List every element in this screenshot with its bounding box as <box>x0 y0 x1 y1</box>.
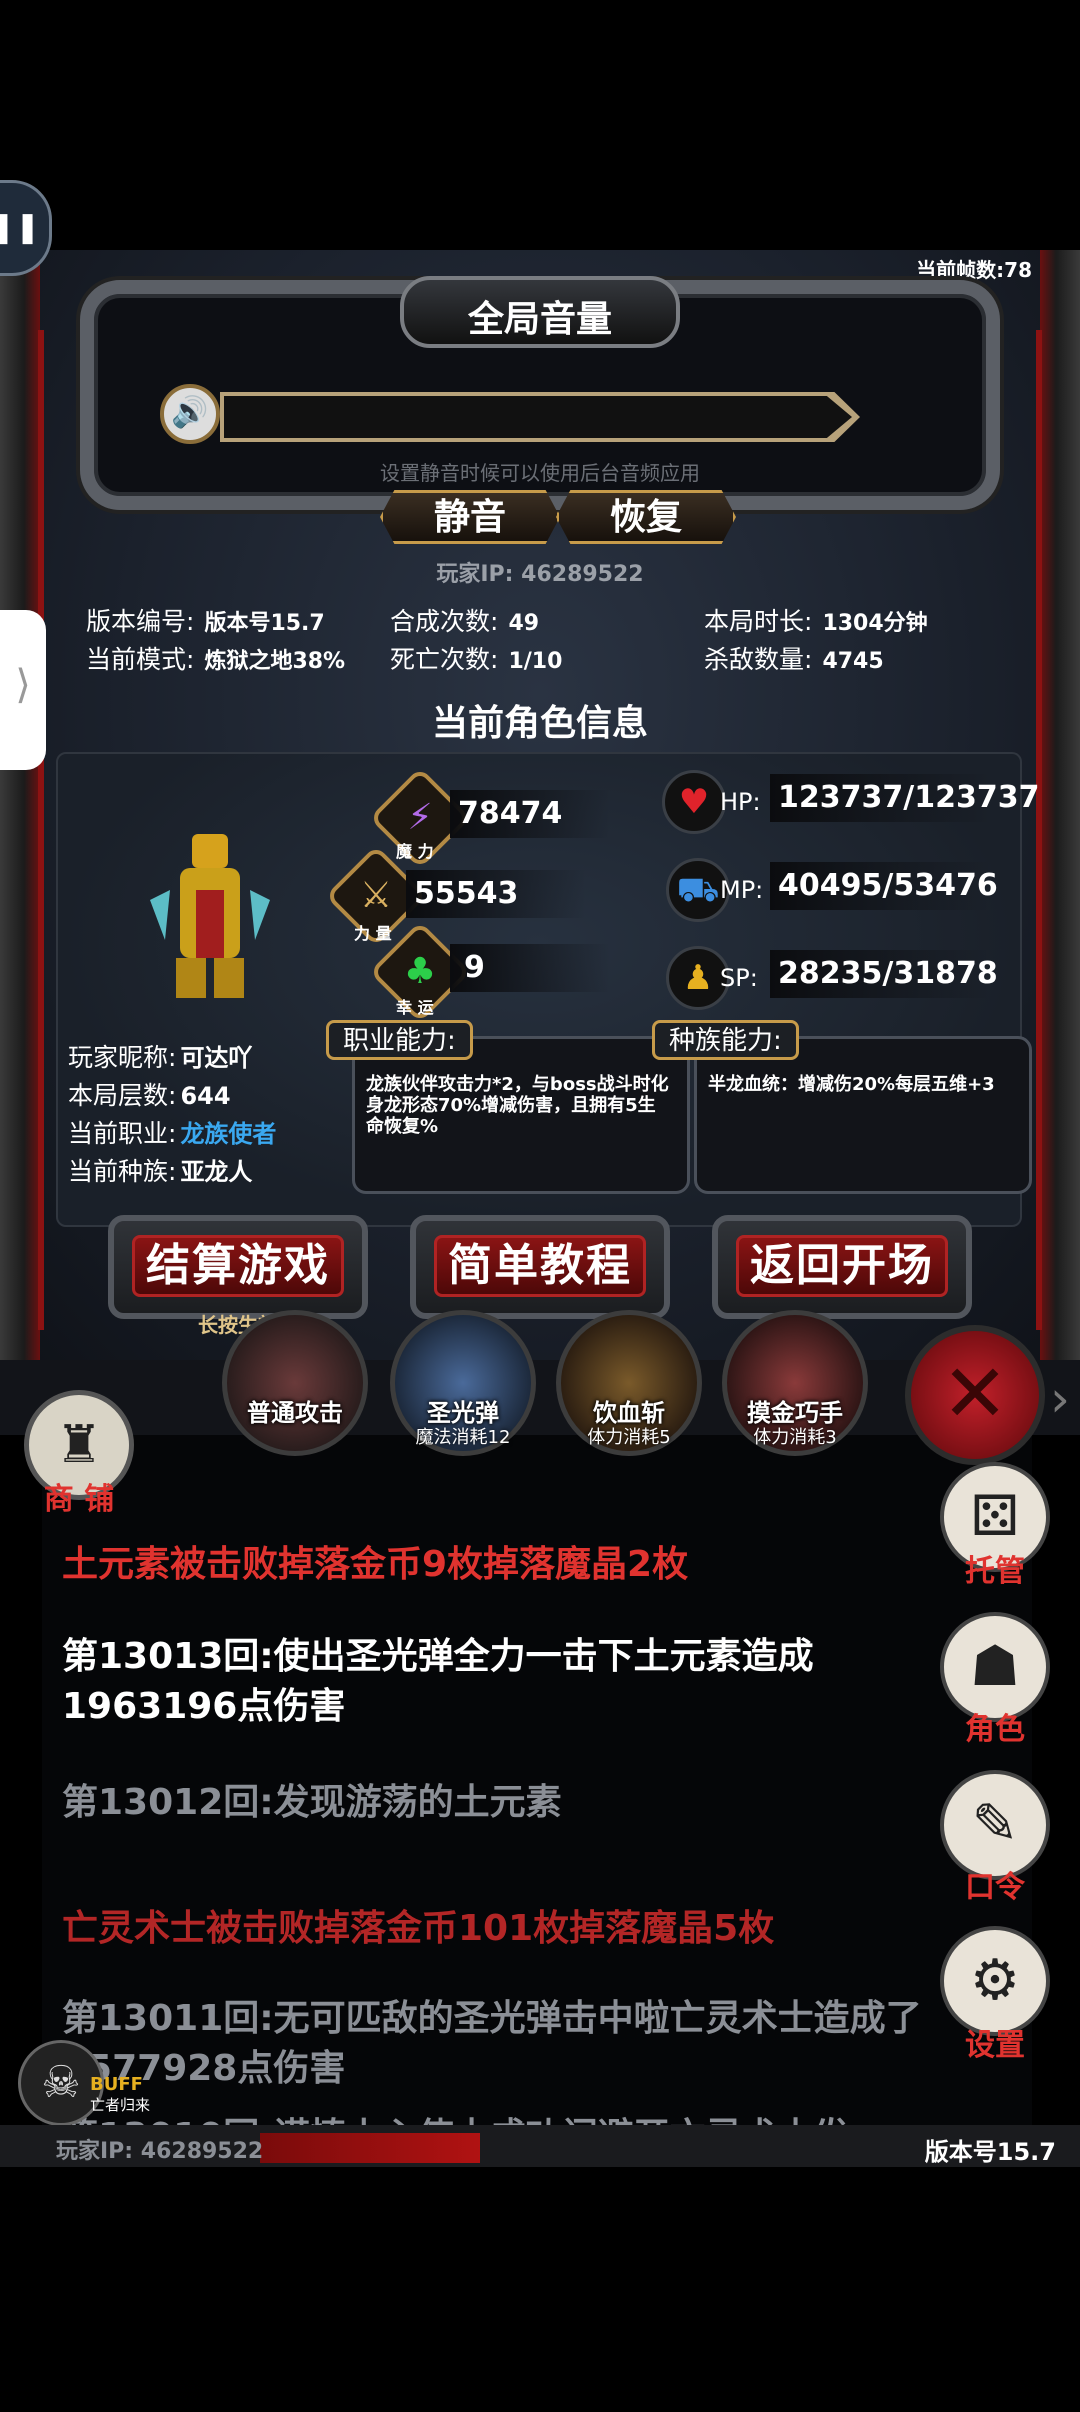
tutorial-button[interactable]: 简单教程 <box>410 1215 670 1319</box>
stat-duration: 本局时长: 1304分钟 <box>704 607 928 636</box>
skill-name: 普通攻击 <box>247 1399 343 1427</box>
magic-value: 78474 <box>458 796 563 831</box>
footer-ip: 玩家IP: 46289522 <box>56 2139 264 2164</box>
stat-mode: 当前模式: 炼狱之地38% <box>86 645 346 674</box>
luck-label: 幸 运 <box>396 998 434 1017</box>
progress-fill <box>260 2133 480 2163</box>
role-label: 角色 <box>965 1712 1025 1747</box>
mp-value: 40495/53476 <box>778 868 998 903</box>
strength-value: 55543 <box>414 876 519 911</box>
buff-name: 亡者归来 <box>90 2096 151 2114</box>
tutorial-label: 简单教程 <box>434 1235 646 1297</box>
settle-game-label: 结算游戏 <box>132 1235 344 1297</box>
mp-label: MP: <box>720 876 764 904</box>
settings-label: 设置 <box>965 2028 1025 2063</box>
side-drawer-handle[interactable]: ⟩ <box>0 610 46 770</box>
frame-red-trim-right <box>1036 330 1042 1330</box>
restore-button[interactable]: 恢复 <box>556 490 736 544</box>
nickname-line: 玩家昵称: 可达吖 <box>68 1043 253 1072</box>
mute-button[interactable]: 静音 <box>380 490 560 544</box>
skill-holy-bolt[interactable]: 圣光弹 魔法消耗12 <box>390 1310 536 1456</box>
game-screen: ❚❚ ⟩ 当前帧数:78 全局音量 🔊 设置静音时候可以使用后台音频应用 静音 … <box>0 0 1080 2412</box>
speaker-icon[interactable]: 🔊 <box>160 384 220 444</box>
log-line: 第13013回:使出圣光弹全力一击下土元素造成1963196点伤害 <box>62 1636 814 1727</box>
skill-cost: 体力消耗3 <box>753 1427 837 1448</box>
race-ability-text: 半龙血统：增减伤20%每层五维+3 <box>708 1074 995 1095</box>
stone-frame-right <box>1040 250 1080 1360</box>
close-icon[interactable]: ✕ <box>905 1325 1045 1465</box>
stone-frame-left <box>0 250 40 1360</box>
buff-label: BUFF <box>90 2074 143 2095</box>
sp-value: 28235/31878 <box>778 956 998 991</box>
character-section-title: 当前角色信息 <box>431 703 648 744</box>
stat-kills: 杀敌数量: 4745 <box>704 645 884 674</box>
magic-label: 魔 力 <box>396 842 434 861</box>
chevron-right-icon[interactable]: › <box>1050 1370 1070 1428</box>
player-ip: 玩家IP: 46289522 <box>436 562 644 587</box>
code-label: 口令 <box>965 1870 1025 1905</box>
heart-icon: ♥ <box>662 770 726 834</box>
hero-portrait-icon <box>150 834 270 998</box>
back-to-start-button[interactable]: 返回开场 <box>712 1215 972 1319</box>
floor-line: 本局层数: 644 <box>68 1081 231 1110</box>
back-to-start-label: 返回开场 <box>736 1235 948 1297</box>
race-ability-tag: 种族能力: <box>652 1020 799 1060</box>
skill-cost: 体力消耗5 <box>587 1427 671 1448</box>
job-line: 当前职业: 龙族使者 <box>68 1119 277 1148</box>
log-line: 第13011回:无可匹敌的圣光弹击中啦亡灵术士造成了2577928点伤害 <box>62 1998 922 2089</box>
shop-label: 商 铺 <box>43 1482 115 1517</box>
stat-version: 版本编号: 版本号15.7 <box>86 607 325 636</box>
settle-game-button[interactable]: 结算游戏 长按生效 <box>108 1215 368 1337</box>
job-ability-tag: 职业能力: <box>326 1020 473 1060</box>
auto-label: 托管 <box>965 1554 1025 1589</box>
log-line: 土元素被击败掉落金币9枚掉落魔晶2枚 <box>62 1544 689 1585</box>
frame-red-trim-left <box>38 330 44 1330</box>
skill-cost: 魔法消耗12 <box>415 1427 511 1448</box>
log-line: 第13012回:发现游荡的土元素 <box>62 1782 562 1823</box>
hp-value: 123737/123737 <box>778 780 1040 815</box>
sp-label: SP: <box>720 964 758 992</box>
volume-hint: 设置静音时候可以使用后台音频应用 <box>380 461 700 485</box>
fps-counter: 当前帧数:78 <box>916 258 1032 282</box>
skill-blood-slash[interactable]: 饮血斩 体力消耗5 <box>556 1310 702 1456</box>
hp-label: HP: <box>720 788 761 816</box>
footer-version: 版本号15.7 <box>924 2138 1056 2166</box>
stat-combine: 合成次数: 49 <box>390 607 540 636</box>
log-line: 亡灵术士被击败掉落金币101枚掉落魔晶5枚 <box>62 1908 775 1949</box>
job-ability-text: 龙族伙伴攻击力*2，与boss战斗时化身龙形态70%增减伤害，且拥有5生命恢复% <box>366 1074 669 1137</box>
volume-title: 全局音量 <box>467 299 612 340</box>
volume-slider-track[interactable] <box>224 396 852 438</box>
race-line: 当前种族: 亚龙人 <box>68 1157 253 1186</box>
skill-normal-attack[interactable]: 普通攻击 <box>222 1310 368 1456</box>
skill-gold-hands[interactable]: 摸金巧手 体力消耗3 <box>722 1310 868 1456</box>
luck-value: 9 <box>464 950 485 985</box>
stat-deaths: 死亡次数: 1/10 <box>390 645 563 674</box>
